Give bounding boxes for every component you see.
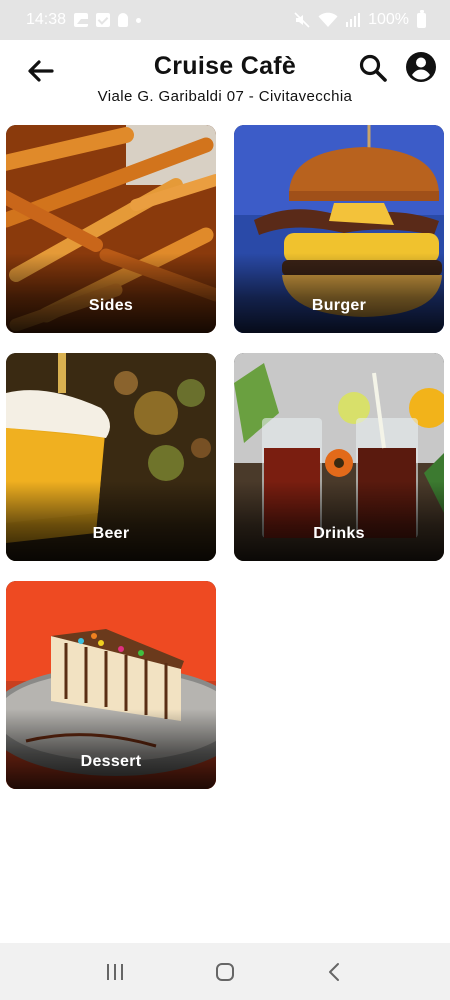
card-shade	[234, 481, 444, 561]
recent-apps-button[interactable]	[95, 952, 135, 992]
back-chevron-icon	[329, 962, 339, 981]
category-label: Dessert	[80, 753, 142, 770]
recent-apps-icon	[107, 963, 123, 980]
home-icon	[216, 962, 234, 981]
category-label: Drinks	[313, 525, 365, 542]
bulb-icon	[118, 13, 129, 27]
mute-icon	[294, 12, 310, 28]
status-bar: 14:38 100%	[0, 0, 450, 40]
wifi-icon	[318, 12, 338, 27]
system-nav-bar	[0, 943, 450, 1000]
restaurant-address: Viale G. Garibaldi 07 - Civitavecchia	[97, 88, 353, 105]
gallery-icon	[74, 13, 94, 27]
card-shade	[234, 253, 444, 333]
category-card-drinks[interactable]: Drinks	[234, 353, 444, 561]
status-left: 14:38	[26, 11, 142, 29]
category-label: Beer	[92, 525, 130, 542]
card-shade	[6, 481, 216, 561]
checkbox-icon	[96, 13, 111, 27]
status-time: 14:38	[26, 11, 67, 28]
category-card-beer[interactable]: Beer	[6, 353, 216, 561]
search-icon[interactable]	[356, 52, 390, 86]
card-shade	[6, 709, 216, 789]
battery-icon	[417, 9, 426, 28]
dot-icon	[136, 17, 142, 23]
status-right: 100%	[294, 9, 426, 29]
home-button[interactable]	[205, 952, 245, 992]
category-card-burger[interactable]: Burger	[234, 125, 444, 333]
signal-icon	[346, 13, 361, 27]
category-label: Burger	[311, 297, 367, 314]
battery-percent: 100%	[368, 11, 409, 28]
system-back-button[interactable]	[315, 952, 355, 992]
account-circle-icon[interactable]	[404, 50, 438, 84]
header: Cruise Cafè Viale G. Garibaldi 07 - Civi…	[0, 40, 450, 120]
card-shade	[6, 253, 216, 333]
category-card-dessert[interactable]: Dessert	[6, 581, 216, 789]
category-card-sides[interactable]: Sides	[6, 125, 216, 333]
category-label: Sides	[88, 297, 134, 314]
